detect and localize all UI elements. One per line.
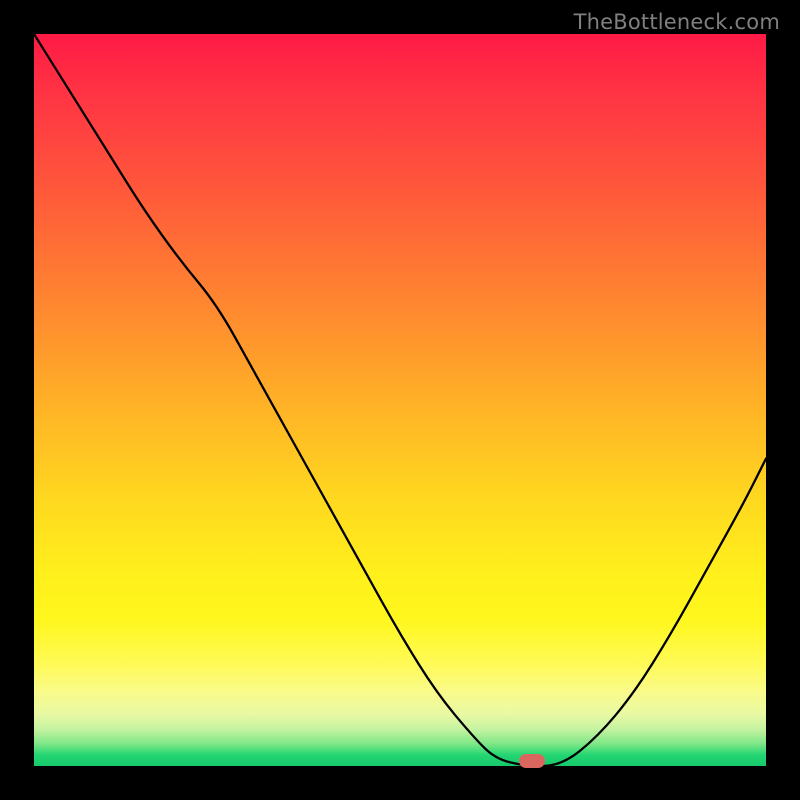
- plot-area: [34, 34, 766, 766]
- bottleneck-curve-path: [34, 34, 766, 766]
- chart-stage: TheBottleneck.com: [0, 0, 800, 800]
- watermark-label: TheBottleneck.com: [574, 10, 780, 34]
- optimum-marker: [519, 754, 545, 768]
- line-plot: [34, 34, 766, 766]
